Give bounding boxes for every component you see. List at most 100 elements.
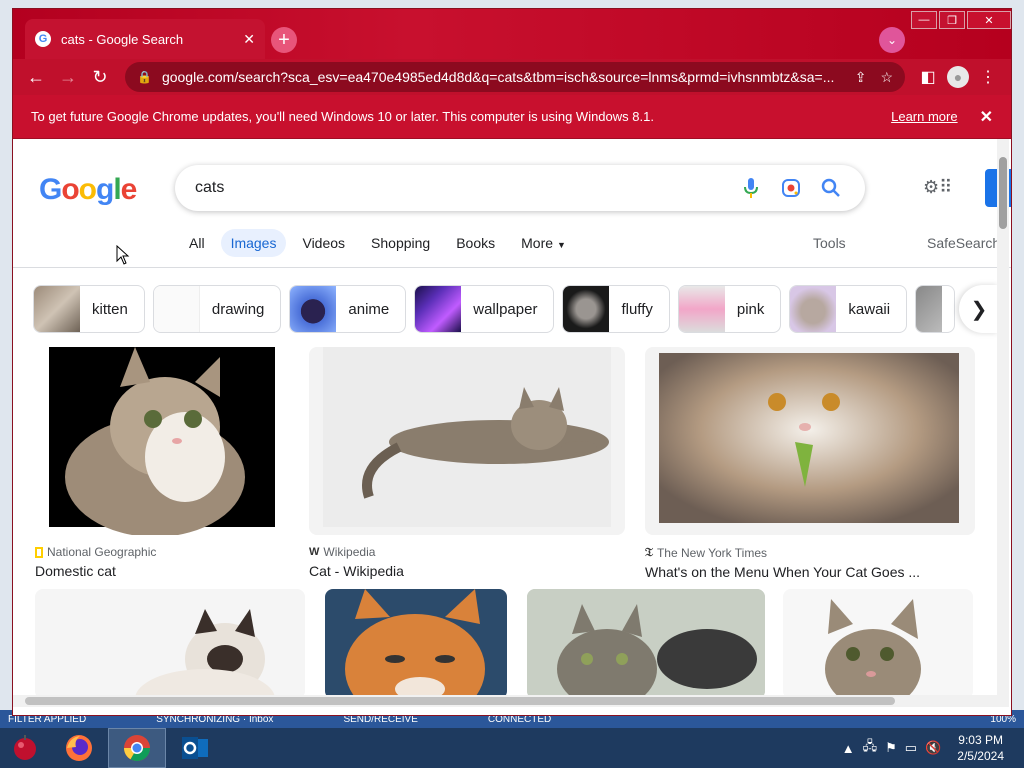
- search-input[interactable]: [195, 179, 725, 197]
- image-result[interactable]: [35, 589, 305, 699]
- google-logo[interactable]: Google: [39, 173, 137, 207]
- safesearch-button[interactable]: SafeSearch: [927, 235, 1000, 251]
- chip-kitten[interactable]: kitten: [33, 285, 145, 333]
- start-button[interactable]: [0, 728, 50, 768]
- vertical-scroll-thumb[interactable]: [999, 157, 1007, 229]
- chip-thumbnail: [153, 286, 200, 332]
- lock-icon[interactable]: 🔒: [137, 70, 152, 84]
- chrome-taskbar-icon[interactable]: [108, 728, 166, 768]
- image-result[interactable]: 𝔗 The New York Times What's on the Menu …: [645, 347, 975, 580]
- wikipedia-icon: W: [309, 546, 320, 558]
- window-controls: — ❐ ✕: [909, 11, 1011, 29]
- result-source[interactable]: W Wikipedia: [309, 545, 625, 559]
- tab-more[interactable]: More ▼: [511, 229, 576, 257]
- clock[interactable]: 9:03 PM 2/5/2024: [957, 732, 1004, 764]
- side-panel-icon[interactable]: ◧: [913, 62, 943, 92]
- horizontal-scrollbar[interactable]: [13, 695, 1001, 707]
- chips-next-chevron-icon[interactable]: ❯: [959, 285, 999, 333]
- volume-muted-icon[interactable]: 🔇: [925, 740, 941, 756]
- search-nav-tabs: All Images Videos Shopping Books More ▼: [179, 229, 576, 257]
- tab-images[interactable]: Images: [220, 229, 287, 257]
- network-icon[interactable]: 🖧: [863, 737, 878, 759]
- chip-drawing[interactable]: drawing: [152, 285, 282, 333]
- clock-date: 2/5/2024: [957, 749, 1004, 763]
- result-image[interactable]: [527, 589, 765, 699]
- result-source-name: The New York Times: [656, 545, 768, 560]
- infobar-close-icon[interactable]: ✕: [980, 107, 993, 127]
- tools-button[interactable]: Tools: [813, 235, 846, 251]
- infobar-message: To get future Google Chrome updates, you…: [31, 109, 654, 124]
- title-bar: G cats - Google Search ✕ + ⌄ — ❐ ✕: [13, 9, 1011, 59]
- horizontal-scroll-thumb[interactable]: [25, 697, 895, 705]
- result-title[interactable]: Domestic cat: [35, 563, 289, 579]
- result-title[interactable]: Cat - Wikipedia: [309, 563, 625, 579]
- chip-thumbnail: [34, 286, 80, 332]
- result-image[interactable]: [35, 589, 305, 699]
- tab-close-icon[interactable]: ✕: [243, 31, 255, 48]
- chip-fluffy[interactable]: fluffy: [562, 285, 670, 333]
- learn-more-link[interactable]: Learn more: [891, 109, 957, 124]
- header-divider: [13, 267, 1011, 268]
- search-icon[interactable]: [817, 178, 845, 198]
- flag-icon[interactable]: ⚑: [885, 740, 897, 756]
- image-result[interactable]: [527, 589, 765, 699]
- natgeo-icon: [35, 546, 43, 558]
- tab-books[interactable]: Books: [446, 229, 505, 257]
- show-hidden-icons-icon[interactable]: ▲: [842, 741, 855, 756]
- chrome-window: G cats - Google Search ✕ + ⌄ — ❐ ✕ ← → ↻…: [12, 8, 1012, 716]
- result-image[interactable]: [35, 347, 289, 535]
- result-image[interactable]: [309, 347, 625, 535]
- image-result[interactable]: National Geographic Domestic cat: [35, 347, 289, 579]
- bookmark-star-icon[interactable]: ☆: [880, 69, 893, 86]
- browser-tab[interactable]: G cats - Google Search ✕: [25, 19, 265, 59]
- google-favicon-icon: G: [35, 31, 51, 47]
- result-source-name: National Geographic: [47, 545, 157, 559]
- result-source[interactable]: 𝔗 The New York Times: [645, 545, 975, 560]
- image-result[interactable]: [783, 589, 973, 699]
- share-icon[interactable]: ⇪: [855, 69, 867, 86]
- tab-search-button[interactable]: ⌄: [879, 27, 905, 53]
- chip-wallpaper[interactable]: wallpaper: [414, 285, 555, 333]
- close-window-button[interactable]: ✕: [967, 11, 1011, 29]
- search-box[interactable]: [175, 165, 865, 211]
- chip-label: kawaii: [848, 300, 891, 318]
- chip-kawaii[interactable]: kawaii: [789, 285, 908, 333]
- tab-all[interactable]: All: [179, 229, 215, 257]
- chip-pink[interactable]: pink: [677, 285, 782, 333]
- image-result[interactable]: W Wikipedia Cat - Wikipedia: [309, 347, 625, 579]
- back-button[interactable]: ←: [21, 62, 51, 92]
- windows-taskbar: ▲ 🖧 ⚑ ▭ 🔇 9:03 PM 2/5/2024: [0, 728, 1024, 768]
- result-image[interactable]: [645, 347, 975, 535]
- new-tab-button[interactable]: +: [271, 27, 297, 53]
- result-image[interactable]: [783, 589, 973, 699]
- maximize-button[interactable]: ❐: [939, 11, 965, 29]
- result-image[interactable]: [325, 589, 507, 699]
- chip-thumbnail: [790, 286, 837, 332]
- address-bar[interactable]: 🔒 google.com/search?sca_esv=ea470e4985ed…: [125, 62, 905, 92]
- minimize-button[interactable]: —: [911, 11, 937, 29]
- reload-button[interactable]: ↻: [85, 62, 115, 92]
- chip-thumbnail: [415, 286, 462, 332]
- tab-videos[interactable]: Videos: [292, 229, 355, 257]
- tab-shopping[interactable]: Shopping: [361, 229, 440, 257]
- chip-anime[interactable]: anime: [289, 285, 407, 333]
- result-source[interactable]: National Geographic: [35, 545, 289, 559]
- chip-thumbnail: [563, 286, 610, 332]
- profile-button[interactable]: ●: [943, 62, 973, 92]
- firefox-taskbar-icon[interactable]: [50, 728, 108, 768]
- chip-thumbnail: [290, 286, 337, 332]
- caret-down-icon: ▼: [556, 240, 566, 250]
- related-chips: kitten drawing anime wallpaper fluffy pi…: [33, 285, 956, 333]
- menu-kebab-icon[interactable]: ⋮: [973, 62, 1003, 92]
- lens-camera-icon[interactable]: [777, 178, 805, 198]
- microphone-icon[interactable]: [737, 178, 765, 198]
- vertical-scrollbar[interactable]: [997, 139, 1009, 707]
- forward-button[interactable]: →: [53, 62, 83, 92]
- image-result[interactable]: [325, 589, 507, 699]
- outlook-taskbar-icon[interactable]: [166, 728, 224, 768]
- chip-more-partial[interactable]: [915, 285, 956, 333]
- display-icon[interactable]: ▭: [905, 740, 917, 756]
- result-title[interactable]: What's on the Menu When Your Cat Goes ..…: [645, 564, 975, 580]
- update-infobar: To get future Google Chrome updates, you…: [13, 95, 1011, 139]
- settings-gear-icon[interactable]: ⚙⠿: [923, 177, 952, 198]
